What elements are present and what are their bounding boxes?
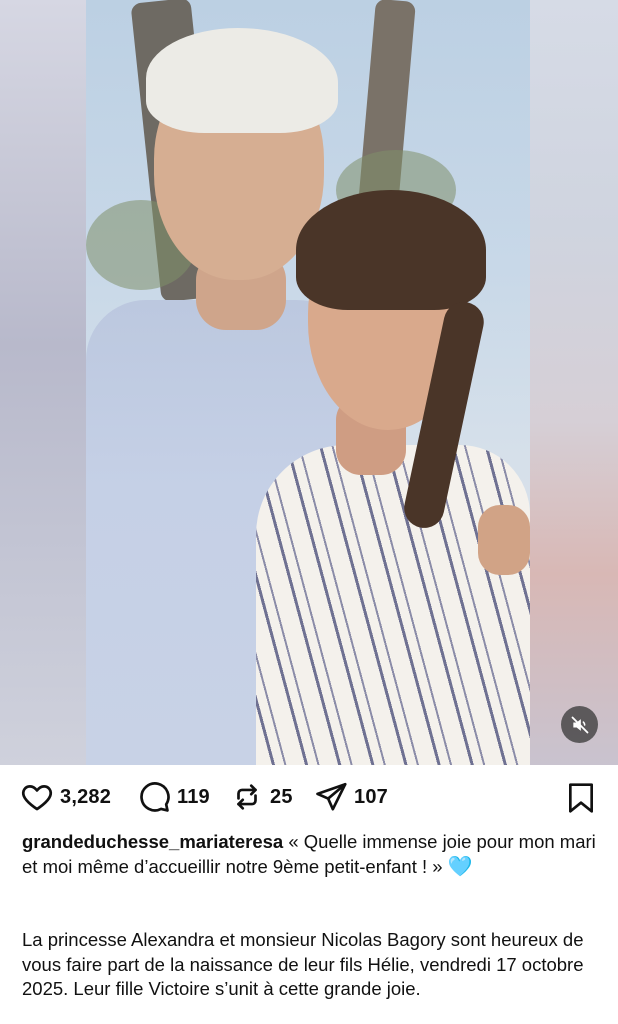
light-blue-heart-emoji: 🩵 [447, 855, 473, 878]
post-caption: grandeduchesse_mariateresa « Quelle imme… [22, 830, 600, 879]
speaker-muted-icon [571, 716, 588, 733]
caption-username[interactable]: grandeduchesse_mariateresa [22, 831, 283, 852]
woman-dress [256, 445, 530, 765]
bookmark-icon[interactable] [566, 782, 596, 814]
post-media[interactable] [0, 0, 618, 765]
media-blur-right [530, 0, 618, 765]
man-hand [478, 505, 530, 575]
comment-icon[interactable] [137, 780, 171, 814]
like-action[interactable]: 3,282 [20, 776, 111, 818]
like-count: 3,282 [60, 785, 112, 808]
comment-count: 119 [177, 785, 210, 808]
repost-icon[interactable] [230, 780, 264, 814]
comment-action[interactable]: 119 [137, 776, 210, 818]
send-icon[interactable] [314, 780, 348, 814]
repost-action[interactable]: 25 [230, 776, 293, 818]
media-blur-left [0, 0, 86, 765]
woman-hair [296, 190, 486, 310]
share-count: 107 [354, 785, 388, 808]
share-action[interactable]: 107 [314, 776, 388, 818]
repost-count: 25 [270, 785, 293, 808]
post-actions-bar: 3,282 119 25 107 [0, 776, 618, 818]
post-description: La princesse Alexandra et monsieur Nicol… [22, 929, 584, 999]
man-hair [146, 28, 338, 133]
post-photo[interactable] [86, 0, 530, 765]
mute-button[interactable] [561, 706, 598, 743]
heart-icon[interactable] [20, 780, 54, 814]
save-action[interactable] [566, 782, 596, 819]
